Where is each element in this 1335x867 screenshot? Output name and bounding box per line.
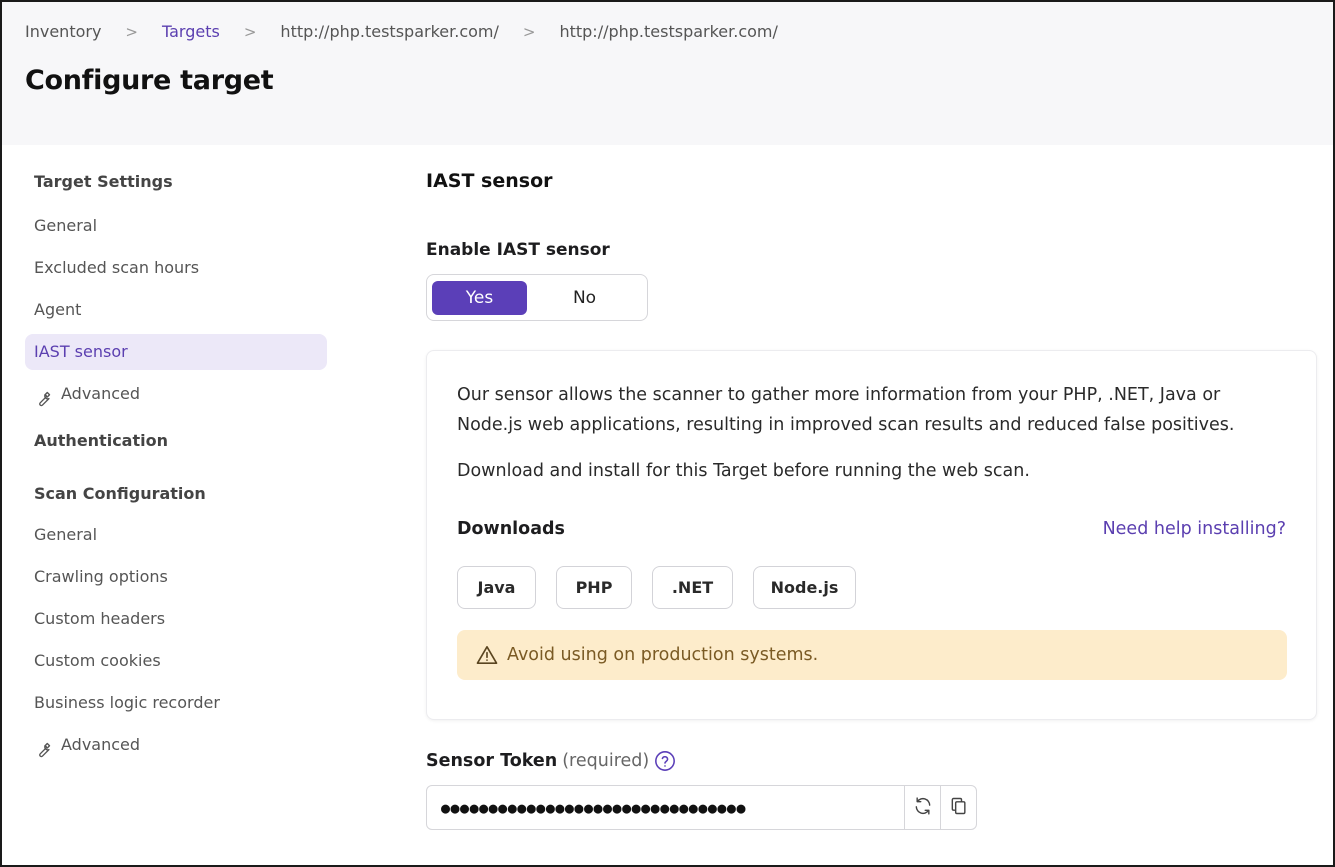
sidebar-item-advanced[interactable]: Advanced bbox=[25, 376, 327, 412]
sidebar-item-label: Crawling options bbox=[34, 567, 168, 586]
sidebar-item-label: Advanced bbox=[61, 384, 141, 403]
download-php-button[interactable]: PHP bbox=[556, 566, 632, 609]
sidebar-heading-scan-configuration: Scan Configuration bbox=[34, 484, 206, 503]
download-dotnet-button[interactable]: .NET bbox=[652, 566, 733, 609]
install-instruction: Download and install for this Target bef… bbox=[457, 461, 1030, 481]
breadcrumb-separator: > bbox=[243, 22, 257, 41]
sidebar-item-label: General bbox=[34, 525, 98, 544]
sensor-description-line1: Our sensor allows the scanner to gather … bbox=[457, 385, 1221, 405]
breadcrumb-targets[interactable]: Targets bbox=[162, 22, 220, 41]
wrench-icon bbox=[34, 385, 52, 407]
breadcrumb-separator: > bbox=[522, 22, 536, 41]
copy-token-button[interactable] bbox=[940, 786, 976, 829]
sidebar-item-custom-headers[interactable]: Custom headers bbox=[25, 601, 327, 637]
sensor-info-card: Our sensor allows the scanner to gather … bbox=[426, 350, 1317, 720]
warning-icon bbox=[476, 645, 498, 665]
sensor-token-label-row: Sensor Token (required) bbox=[426, 750, 676, 772]
sidebar-item-scan-advanced[interactable]: Advanced bbox=[25, 727, 327, 763]
enable-iast-label: Enable IAST sensor bbox=[426, 240, 610, 260]
refresh-icon bbox=[913, 796, 933, 820]
copy-icon bbox=[949, 796, 969, 820]
sidebar-item-excluded-scan-hours[interactable]: Excluded scan hours bbox=[25, 250, 327, 286]
breadcrumb-current: http://php.testsparker.com/ bbox=[559, 22, 778, 41]
sidebar-heading-authentication[interactable]: Authentication bbox=[25, 431, 327, 453]
app-frame: Inventory > Targets > http://php.testspa… bbox=[0, 0, 1335, 867]
enable-iast-toggle: Yes No bbox=[426, 274, 648, 321]
sidebar-item-label: Agent bbox=[34, 300, 82, 319]
sensor-token-input[interactable]: ●●●●●●●●●●●●●●●●●●●●●●●●●●●●●●●● bbox=[427, 799, 904, 817]
toggle-yes-button[interactable]: Yes bbox=[432, 280, 527, 315]
sensor-token-label: Sensor Token bbox=[426, 751, 558, 771]
sidebar-item-general[interactable]: General bbox=[25, 208, 327, 244]
downloads-row: Java PHP .NET Node.js bbox=[457, 566, 876, 609]
sidebar-item-business-logic-recorder[interactable]: Business logic recorder bbox=[25, 685, 327, 721]
sensor-description-line2: Node.js web applications, resulting in i… bbox=[457, 415, 1235, 435]
sidebar-item-crawling-options[interactable]: Crawling options bbox=[25, 559, 327, 595]
help-installing-link[interactable]: Need help installing? bbox=[1103, 519, 1286, 539]
sidebar-item-scan-general[interactable]: General bbox=[25, 517, 327, 553]
required-label: (required) bbox=[562, 751, 650, 771]
sidebar-item-agent[interactable]: Agent bbox=[25, 292, 327, 328]
warning-text: Avoid using on production systems. bbox=[507, 645, 819, 665]
breadcrumb-separator: > bbox=[125, 22, 138, 41]
question-circle-icon[interactable] bbox=[654, 750, 676, 772]
sidebar-item-label: Excluded scan hours bbox=[34, 258, 200, 277]
toggle-no-button[interactable]: No bbox=[537, 281, 632, 315]
sensor-description: Our sensor allows the scanner to gather … bbox=[457, 380, 1277, 440]
settings-sidebar: Target Settings General Excluded scan ho… bbox=[25, 172, 327, 763]
download-nodejs-button[interactable]: Node.js bbox=[753, 566, 856, 609]
sidebar-item-label: IAST sensor bbox=[34, 342, 128, 361]
page-title: Configure target bbox=[25, 65, 274, 96]
sidebar-item-label: Advanced bbox=[61, 735, 141, 754]
page-header: Inventory > Targets > http://php.testspa… bbox=[2, 2, 1333, 145]
download-java-button[interactable]: Java bbox=[457, 566, 536, 609]
sidebar-item-label: Business logic recorder bbox=[34, 693, 220, 712]
section-title: IAST sensor bbox=[426, 170, 553, 192]
sidebar-item-custom-cookies[interactable]: Custom cookies bbox=[25, 643, 327, 679]
breadcrumb: Inventory > Targets > http://php.testspa… bbox=[25, 22, 778, 41]
sidebar-item-label: Custom headers bbox=[34, 609, 166, 628]
wrench-icon bbox=[34, 736, 52, 758]
sidebar-item-label: General bbox=[34, 216, 98, 235]
sidebar-item-iast-sensor[interactable]: IAST sensor bbox=[25, 334, 327, 370]
regenerate-token-button[interactable] bbox=[904, 786, 940, 829]
sidebar-heading-target-settings: Target Settings bbox=[34, 172, 173, 191]
sensor-token-field: ●●●●●●●●●●●●●●●●●●●●●●●●●●●●●●●● bbox=[426, 785, 977, 830]
production-warning: Avoid using on production systems. bbox=[457, 630, 1287, 680]
breadcrumb-target-url[interactable]: http://php.testsparker.com/ bbox=[280, 22, 498, 41]
downloads-label: Downloads bbox=[457, 519, 565, 539]
breadcrumb-inventory[interactable]: Inventory bbox=[25, 22, 101, 41]
sidebar-item-label: Custom cookies bbox=[34, 651, 161, 670]
